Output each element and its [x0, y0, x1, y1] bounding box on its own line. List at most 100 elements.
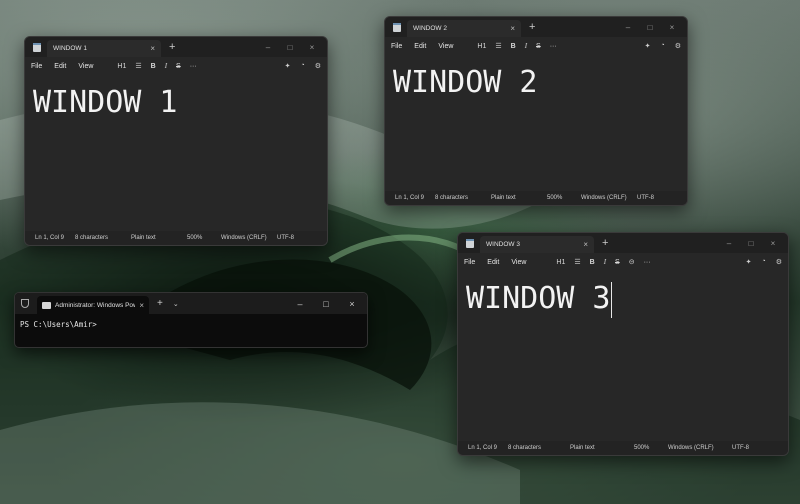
- cursor-position: Ln 1, Col 9: [468, 445, 498, 451]
- menu-file[interactable]: File: [31, 63, 42, 70]
- menu-file[interactable]: File: [464, 259, 475, 266]
- zoom-level[interactable]: 500%: [187, 235, 221, 241]
- bold-icon[interactable]: B: [511, 43, 516, 50]
- menu-edit[interactable]: Edit: [54, 63, 66, 70]
- maximize-button[interactable]: □: [279, 43, 301, 52]
- minimize-button[interactable]: –: [617, 23, 639, 32]
- terminal-tab[interactable]: Administrator: Windows Pow ×: [37, 296, 149, 314]
- char-count: 8 characters: [508, 445, 542, 451]
- maximize-button[interactable]: □: [740, 239, 762, 248]
- menu-file[interactable]: File: [391, 43, 402, 50]
- encoding[interactable]: UTF-8: [277, 235, 294, 241]
- notepad-window-2[interactable]: WINDOW 2 × + – □ × File Edit View H1 ☰ B…: [384, 16, 688, 206]
- feedback-icon[interactable]: ◔: [300, 62, 304, 70]
- close-button[interactable]: ×: [661, 23, 683, 32]
- menu-edit[interactable]: Edit: [414, 43, 426, 50]
- title-bar[interactable]: WINDOW 2 × + – □ ×: [385, 17, 687, 37]
- notepad-window-1[interactable]: WINDOW 1 × + – □ × File Edit View H1 ☰ B…: [24, 36, 328, 246]
- zoom-level[interactable]: 500%: [547, 195, 581, 201]
- more-icon[interactable]: ···: [190, 63, 197, 70]
- cursor-position: Ln 1, Col 9: [395, 195, 425, 201]
- status-bar: Ln 1, Col 9 8 characters Plain text 500%…: [25, 231, 327, 245]
- copilot-icon[interactable]: ✦: [746, 258, 752, 266]
- menu-view[interactable]: View: [438, 43, 453, 50]
- settings-icon[interactable]: ⚙: [776, 258, 782, 266]
- settings-icon[interactable]: ⚙: [675, 42, 681, 50]
- menu-edit[interactable]: Edit: [487, 259, 499, 266]
- minimize-button[interactable]: –: [257, 43, 279, 52]
- strikethrough-icon[interactable]: S: [615, 259, 620, 266]
- tab-title: WINDOW 2: [413, 25, 447, 32]
- menu-view[interactable]: View: [511, 259, 526, 266]
- terminal-title-bar[interactable]: Administrator: Windows Pow × + ⌄ – □ ×: [15, 293, 367, 314]
- notepad-app-icon: [393, 22, 401, 32]
- title-bar[interactable]: WINDOW 1 × + – □ ×: [25, 37, 327, 57]
- status-bar: Ln 1, Col 9 8 characters Plain text 500%…: [458, 441, 788, 455]
- copilot-icon[interactable]: ✦: [285, 62, 291, 70]
- list-icon[interactable]: ☰: [495, 42, 501, 50]
- text-editor[interactable]: WINDOW 2: [385, 55, 687, 191]
- settings-icon[interactable]: ⚙: [315, 62, 321, 70]
- chevron-down-icon[interactable]: ⌄: [173, 300, 179, 308]
- feedback-icon[interactable]: ◔: [761, 258, 765, 266]
- strikethrough-icon[interactable]: S: [536, 43, 541, 50]
- new-tab-button[interactable]: +: [602, 237, 608, 249]
- tab-close-icon[interactable]: ×: [139, 301, 144, 310]
- list-icon[interactable]: ☰: [135, 62, 141, 70]
- close-button[interactable]: ×: [762, 239, 784, 248]
- line-ending[interactable]: Windows (CRLF): [581, 195, 637, 201]
- minimize-button[interactable]: –: [718, 239, 740, 248]
- new-tab-button[interactable]: +: [169, 41, 175, 53]
- encoding[interactable]: UTF-8: [637, 195, 654, 201]
- menu-bar: File Edit View H1 ☰ B I S ··· ✦ ◔ ⚙: [385, 37, 687, 55]
- editor-text: WINDOW 1: [33, 85, 178, 120]
- status-bar: Ln 1, Col 9 8 characters Plain text 500%…: [385, 191, 687, 205]
- powershell-icon: [42, 301, 51, 309]
- more-icon[interactable]: ···: [550, 43, 557, 50]
- terminal-prompt[interactable]: PS C:\Users\Amir>: [15, 314, 367, 335]
- line-ending[interactable]: Windows (CRLF): [668, 445, 732, 451]
- more-icon[interactable]: ···: [644, 259, 651, 266]
- tab-title: WINDOW 3: [486, 241, 520, 248]
- strikethrough-icon[interactable]: S: [176, 63, 181, 70]
- encoding[interactable]: UTF-8: [732, 445, 749, 451]
- heading-dropdown[interactable]: H1: [556, 259, 565, 266]
- tab-window-2[interactable]: WINDOW 2 ×: [407, 20, 521, 37]
- new-tab-button[interactable]: +: [529, 21, 535, 33]
- feedback-icon[interactable]: ◔: [660, 42, 664, 50]
- terminal-window[interactable]: Administrator: Windows Pow × + ⌄ – □ × P…: [14, 292, 368, 348]
- list-icon[interactable]: ☰: [574, 258, 580, 266]
- bold-icon[interactable]: B: [151, 63, 156, 70]
- minimize-button[interactable]: –: [287, 299, 313, 309]
- italic-icon[interactable]: I: [604, 258, 606, 266]
- zoom-level[interactable]: 500%: [634, 445, 668, 451]
- heading-dropdown[interactable]: H1: [117, 63, 126, 70]
- line-ending[interactable]: Windows (CRLF): [221, 235, 277, 241]
- tab-close-icon[interactable]: ×: [510, 24, 515, 33]
- tab-close-icon[interactable]: ×: [583, 240, 588, 249]
- menu-view[interactable]: View: [78, 63, 93, 70]
- text-format: Plain text: [570, 445, 595, 451]
- maximize-button[interactable]: □: [639, 23, 661, 32]
- tab-close-icon[interactable]: ×: [150, 44, 155, 53]
- bold-icon[interactable]: B: [590, 259, 595, 266]
- text-editor[interactable]: WINDOW 1: [25, 75, 327, 231]
- heading-dropdown[interactable]: H1: [477, 43, 486, 50]
- copilot-icon[interactable]: ✦: [645, 42, 651, 50]
- tab-window-3[interactable]: WINDOW 3 ×: [480, 236, 594, 253]
- tab-window-1[interactable]: WINDOW 1 ×: [47, 40, 161, 57]
- italic-icon[interactable]: I: [165, 62, 167, 70]
- close-button[interactable]: ×: [301, 43, 323, 52]
- text-caret: [610, 281, 612, 318]
- new-tab-button[interactable]: +: [157, 298, 163, 309]
- text-format: Plain text: [131, 235, 156, 241]
- text-editor[interactable]: WINDOW 3: [458, 271, 788, 441]
- italic-icon[interactable]: I: [525, 42, 527, 50]
- close-button[interactable]: ×: [339, 299, 365, 309]
- link-icon[interactable]: ⊝: [629, 258, 635, 266]
- menu-bar: File Edit View H1 ☰ B I S ··· ✦ ◔ ⚙: [25, 57, 327, 75]
- title-bar[interactable]: WINDOW 3 × + – □ ×: [458, 233, 788, 253]
- notepad-window-3[interactable]: WINDOW 3 × + – □ × File Edit View H1 ☰ B…: [457, 232, 789, 456]
- shield-icon: [21, 299, 29, 308]
- maximize-button[interactable]: □: [313, 299, 339, 309]
